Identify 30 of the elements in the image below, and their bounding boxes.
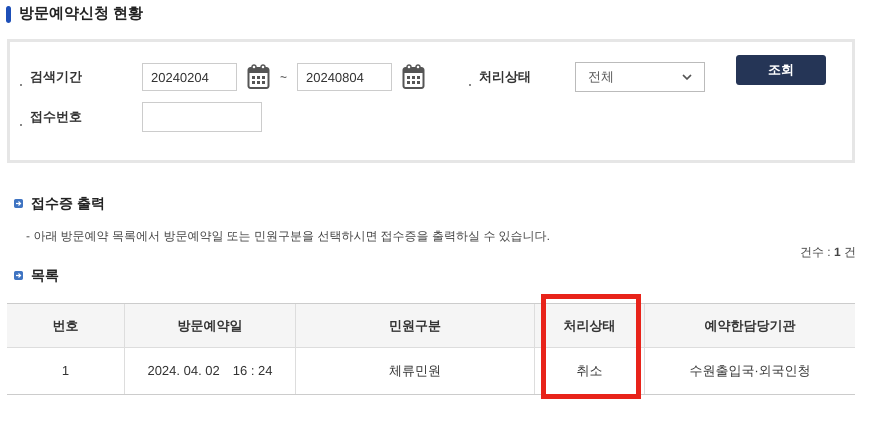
date-field[interactable]: 20240804 <box>297 63 392 91</box>
column-header: 민원구분 <box>296 304 535 348</box>
column-header: 번호 <box>7 304 125 348</box>
field-label: 검색기간 <box>30 68 83 86</box>
table-cell: 체류민원 <box>296 348 535 394</box>
status-select[interactable]: 전체 <box>575 62 706 92</box>
instruction-text: - 아래 방문예약 목록에서 방문예약일 또는 민원구분을 선택하시면 접수증을 출력하실 수 있습니다. <box>26 228 552 245</box>
result-count: 건수 : 1 건 <box>800 244 856 261</box>
arrow-bullet-icon <box>14 198 23 208</box>
title-marker-icon <box>6 6 11 22</box>
arrow-bullet-icon <box>14 270 23 280</box>
table-cell-text: 수원출입국·외국인청 <box>688 362 812 380</box>
receipt-number-field[interactable] <box>142 102 262 132</box>
calendar-icon[interactable] <box>247 64 270 90</box>
field-label: 접수번호 <box>30 108 83 126</box>
column-header: 처리상태 <box>535 304 645 348</box>
date-field[interactable]: 20240204 <box>142 63 237 91</box>
table-cell: 취소 <box>535 348 645 394</box>
section-heading: 목록 <box>31 266 59 284</box>
table-cell: 2024. 04. 02 16 : 24 <box>125 348 296 394</box>
table-cell: 1 <box>7 348 125 394</box>
calendar-icon[interactable] <box>402 64 426 90</box>
search-button[interactable]: 조회 <box>736 55 826 85</box>
page-title: 방문예약신청 현황 <box>19 4 144 24</box>
column-header: 예약한담당기관 <box>645 304 855 348</box>
section-heading: 접수증 출력 <box>31 194 105 212</box>
range-separator: ~ <box>280 69 288 86</box>
field-label: 처리상태 <box>479 68 532 86</box>
column-header: 방문예약일 <box>125 304 296 348</box>
chevron-down-icon <box>682 74 692 80</box>
